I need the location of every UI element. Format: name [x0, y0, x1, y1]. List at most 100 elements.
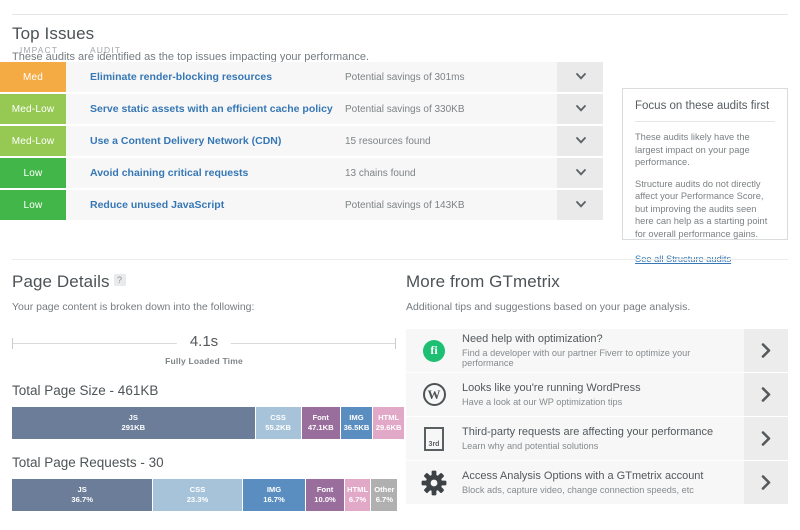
list-item-text: Access Analysis Options with a GTmetrix …	[462, 461, 744, 504]
chevron-down-icon[interactable]	[557, 158, 603, 188]
audit-link[interactable]: Eliminate render-blocking resources	[66, 62, 345, 92]
total-page-requests-title: Total Page Requests - 30	[12, 455, 164, 470]
bar-segment-label: CSS	[270, 413, 286, 422]
help-icon[interactable]: ?	[113, 273, 126, 286]
table-row[interactable]: Med Eliminate render-blocking resources Po…	[0, 62, 603, 92]
timeline-cap-left	[12, 338, 13, 349]
bar-segment-value: 16.7%	[263, 495, 285, 504]
third-party-icon: 3rd	[406, 417, 462, 460]
audit-link[interactable]: Avoid chaining critical requests	[66, 158, 345, 188]
bar-segment[interactable]: HTML 6.7%	[343, 479, 371, 511]
audit-value: 13 chains found	[345, 167, 416, 179]
bar-segment-value: 36.7%	[71, 495, 93, 504]
more-title: More from GTmetrix	[406, 272, 560, 291]
fully-loaded-timeline: 4.1s Fully Loaded Time	[12, 333, 396, 367]
fully-loaded-value: 4.1s	[176, 333, 232, 350]
list-item-text: Looks like you're running WordPress Have …	[462, 373, 744, 416]
list-item-subtitle: Block ads, capture video, change connect…	[462, 485, 694, 495]
bar-segment[interactable]: Font 10.0%	[305, 479, 344, 511]
timeline-cap-right	[395, 338, 396, 349]
list-item-subtitle: Find a developer with our partner Fiverr…	[462, 348, 691, 368]
bar-segment-label: Font	[312, 413, 329, 422]
impact-badge: Med-Low	[0, 126, 66, 156]
focus-panel-paragraph-2: Structure audits do not directly affect …	[635, 178, 768, 239]
page-details-title-text: Page Details	[12, 272, 110, 291]
more-list: fi Need help with optimization? Find a dev…	[406, 329, 788, 505]
bar-segment-label: IMG	[266, 485, 282, 494]
list-item-title: Looks like you're running WordPress	[462, 382, 641, 394]
wordpress-icon: W	[406, 373, 462, 416]
more-subtitle: Additional tips and suggestions based on…	[406, 301, 691, 313]
bar-segment[interactable]: HTML 29.6KB	[372, 407, 405, 439]
audit-value: 15 resources found	[345, 135, 431, 147]
bar-segment[interactable]: IMG 16.7%	[241, 479, 306, 511]
bar-segment-label: CSS	[189, 485, 206, 494]
audit-value: Potential savings of 143KB	[345, 199, 465, 211]
table-row[interactable]: Low Reduce unused JavaScript Potential sav…	[0, 190, 603, 220]
impact-badge: Med-Low	[0, 94, 66, 124]
chevron-down-icon[interactable]	[557, 94, 603, 124]
bar-segment-label: JS	[128, 413, 138, 422]
table-header-row: IMPACT AUDIT	[0, 45, 603, 62]
list-item-subtitle: Have a look at our WP optimization tips	[462, 397, 623, 407]
page-details-subtitle: Your page content is broken down into th…	[12, 301, 255, 313]
bar-segment-value: 47.1KB	[307, 423, 334, 432]
chevron-down-icon[interactable]	[557, 126, 603, 156]
column-header-impact: IMPACT	[19, 45, 59, 55]
list-item[interactable]: 3rd Third-party requests are affecting yo…	[406, 417, 788, 461]
bar-segment[interactable]: JS 36.7%	[12, 479, 153, 511]
focus-panel: Focus on these audits first These audits…	[622, 88, 788, 264]
audit-value: Potential savings of 301ms	[345, 71, 465, 83]
gear-icon	[406, 461, 462, 504]
bar-segment-label: JS	[77, 485, 87, 494]
bar-segment-value: 10.0%	[314, 495, 336, 504]
table-row[interactable]: Med-Low Serve static assets with an effic…	[0, 94, 603, 124]
bar-segment-value: 29.6KB	[375, 423, 402, 432]
bar-segment[interactable]: CSS 23.3%	[152, 479, 242, 511]
list-item-text: Third-party requests are affecting your …	[462, 417, 744, 460]
column-header-audit: AUDIT	[90, 45, 121, 55]
list-item-text: Need help with optimization? Find a devel…	[462, 329, 744, 372]
more-from-gtmetrix-section: More from GTmetrix Additional tips and s…	[406, 272, 788, 505]
bar-segment[interactable]: CSS 55.2KB	[254, 407, 301, 439]
audit-link[interactable]: Use a Content Delivery Network (CDN)	[66, 126, 345, 156]
total-page-size-bar: JS 291KB CSS 55.2KB Font 47.1KB IMG 36.5KB HTML 2…	[12, 407, 405, 439]
chevron-right-icon[interactable]	[744, 461, 788, 504]
focus-panel-paragraph-1: These audits likely have the largest imp…	[635, 132, 750, 167]
bar-segment[interactable]: Other 6.7%	[370, 479, 398, 511]
list-item[interactable]: W Looks like you're running WordPress Have…	[406, 373, 788, 417]
table-row[interactable]: Low Avoid chaining critical requests 13 ch…	[0, 158, 603, 188]
list-item[interactable]: Access Analysis Options with a GTmetrix …	[406, 461, 788, 505]
chevron-down-icon[interactable]	[557, 190, 603, 220]
focus-panel-title: Focus on these audits first	[635, 100, 770, 112]
bar-segment-value: 291KB	[121, 423, 146, 432]
fully-loaded-label: Fully Loaded Time	[165, 356, 243, 366]
bar-segment-value: 6.7%	[348, 495, 367, 504]
bar-segment-value: 23.3%	[186, 495, 209, 504]
table-body: Med Eliminate render-blocking resources Po…	[0, 62, 603, 220]
list-item[interactable]: fi Need help with optimization? Find a dev…	[406, 329, 788, 373]
bar-segment-label: HTML	[347, 485, 369, 494]
page-details-title: Page Details?	[12, 272, 396, 292]
bar-segment-value: 36.5KB	[343, 423, 370, 432]
bar-segment[interactable]: JS 291KB	[12, 407, 255, 439]
focus-panel-divider	[635, 121, 775, 122]
audit-link[interactable]: Reduce unused JavaScript	[66, 190, 345, 220]
chevron-right-icon[interactable]	[744, 329, 788, 372]
chevron-right-icon[interactable]	[744, 417, 788, 460]
bar-segment-value: 6.7%	[375, 495, 394, 504]
list-item-title: Third-party requests are affecting your …	[462, 426, 714, 438]
impact-badge: Low	[0, 190, 66, 220]
top-issues-table: IMPACT AUDIT Med Eliminate render-blockin…	[0, 45, 603, 222]
section-divider	[12, 259, 788, 260]
bar-segment[interactable]: IMG 36.5KB	[339, 407, 373, 439]
bar-segment-label: Other	[374, 485, 395, 494]
total-page-size-title: Total Page Size - 461KB	[12, 383, 159, 398]
chevron-down-icon[interactable]	[557, 62, 603, 92]
table-row[interactable]: Med-Low Use a Content Delivery Network (C…	[0, 126, 603, 156]
list-item-title: Access Analysis Options with a GTmetrix …	[462, 470, 704, 482]
bar-segment-label: Font	[316, 485, 334, 494]
audit-link[interactable]: Serve static assets with an efficient ca…	[66, 94, 345, 124]
chevron-right-icon[interactable]	[744, 373, 788, 416]
bar-segment[interactable]: Font 47.1KB	[300, 407, 340, 439]
